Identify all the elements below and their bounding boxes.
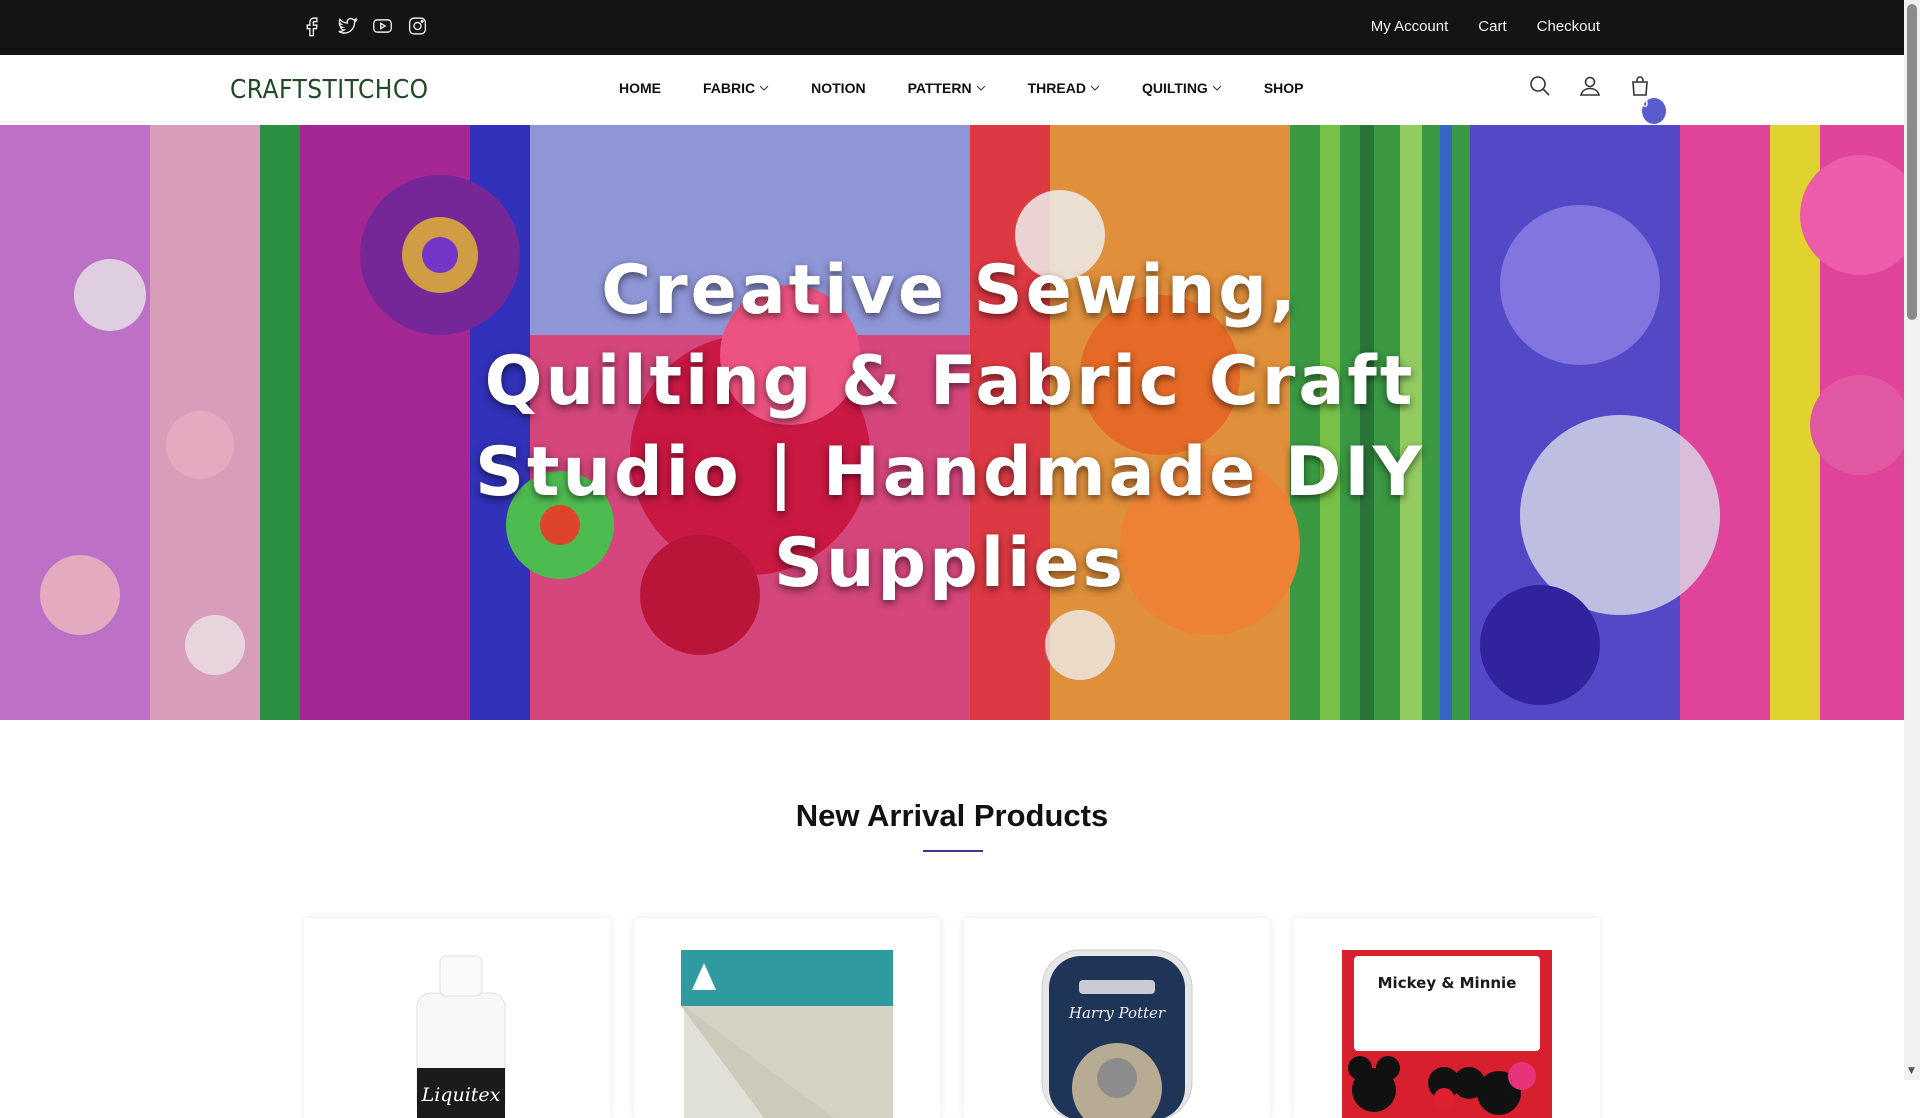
page-scrollbar[interactable]: ▼ [1904,0,1920,1080]
my-account-link[interactable]: My Account [1371,18,1449,35]
site-logo[interactable]: CRAFTSTITCHCO [230,75,429,105]
product-image [681,950,893,1118]
product-card[interactable] [634,918,940,1118]
nav-quilting-label: QUILTING [1141,80,1208,96]
nav-shop[interactable]: SHOP [1264,80,1304,96]
chevron-down-icon [976,85,985,91]
scrollbar-thumb[interactable] [1907,4,1917,320]
nav-pattern-label: PATTERN [907,80,972,96]
twitter-icon[interactable] [337,15,358,37]
nav-notion[interactable]: NOTION [811,80,865,96]
product-image-text: Liquitex [421,1084,501,1106]
social-links [302,15,428,37]
section-underline [923,850,983,852]
scroll-down-arrow-icon[interactable]: ▼ [1908,1066,1915,1076]
nav-thread[interactable]: THREAD [1028,80,1100,96]
nav-quilting[interactable]: QUILTING [1142,80,1222,96]
product-image: Harry Potter [1041,949,1193,1118]
account-links: My Account Cart Checkout [1371,18,1600,35]
search-icon[interactable] [1528,73,1552,99]
nav-home-label: HOME [619,80,661,96]
chevron-down-icon [759,85,769,91]
nav-fabric[interactable]: FABRIC [703,80,769,96]
shopping-bag-icon[interactable]: 0 [1628,73,1666,124]
product-image-text: Mickey & Minnie [1378,974,1517,992]
product-card[interactable]: Liquitex [304,918,610,1118]
product-card[interactable]: Mickey & Minnie [1294,918,1600,1118]
product-image-text: Harry Potter [1068,1004,1166,1022]
nav-shop-label: SHOP [1263,80,1304,96]
cart-count-badge: 0 [1642,98,1666,124]
main-header: CRAFTSTITCHCO HOME FABRIC NOTION PATTERN… [0,55,1904,125]
product-image: Liquitex [416,955,506,1118]
cart-link[interactable]: Cart [1478,18,1506,35]
user-icon[interactable] [1578,73,1602,99]
chevron-down-icon [1212,85,1222,91]
hero-title: Creative Sewing, Quilting & Fabric Craft… [475,251,1425,603]
nav-thread-label: THREAD [1027,80,1086,96]
nav-fabric-label: FABRIC [703,80,756,96]
product-card[interactable]: Harry Potter [964,918,1270,1118]
header-icons: 0 [1528,73,1666,124]
checkout-link[interactable]: Checkout [1537,18,1600,35]
nav-pattern[interactable]: PATTERN [908,80,986,96]
instagram-icon[interactable] [407,15,428,37]
product-image: Mickey & Minnie [1342,950,1552,1118]
nav-home[interactable]: HOME [619,80,661,96]
section-title: New Arrival Products [795,798,1109,833]
hero-banner: Creative Sewing, Quilting & Fabric Craft… [0,125,1904,720]
main-nav: HOME FABRIC NOTION PATTERN THREAD QUILTI… [619,80,1346,96]
top-bar: My Account Cart Checkout [0,0,1904,55]
facebook-icon[interactable] [302,15,323,37]
chevron-down-icon [1090,85,1100,91]
product-grid: Liquitex Harry Potter Mickey & Minnie [304,918,1600,1118]
nav-notion-label: NOTION [811,80,866,96]
youtube-icon[interactable] [372,15,393,37]
